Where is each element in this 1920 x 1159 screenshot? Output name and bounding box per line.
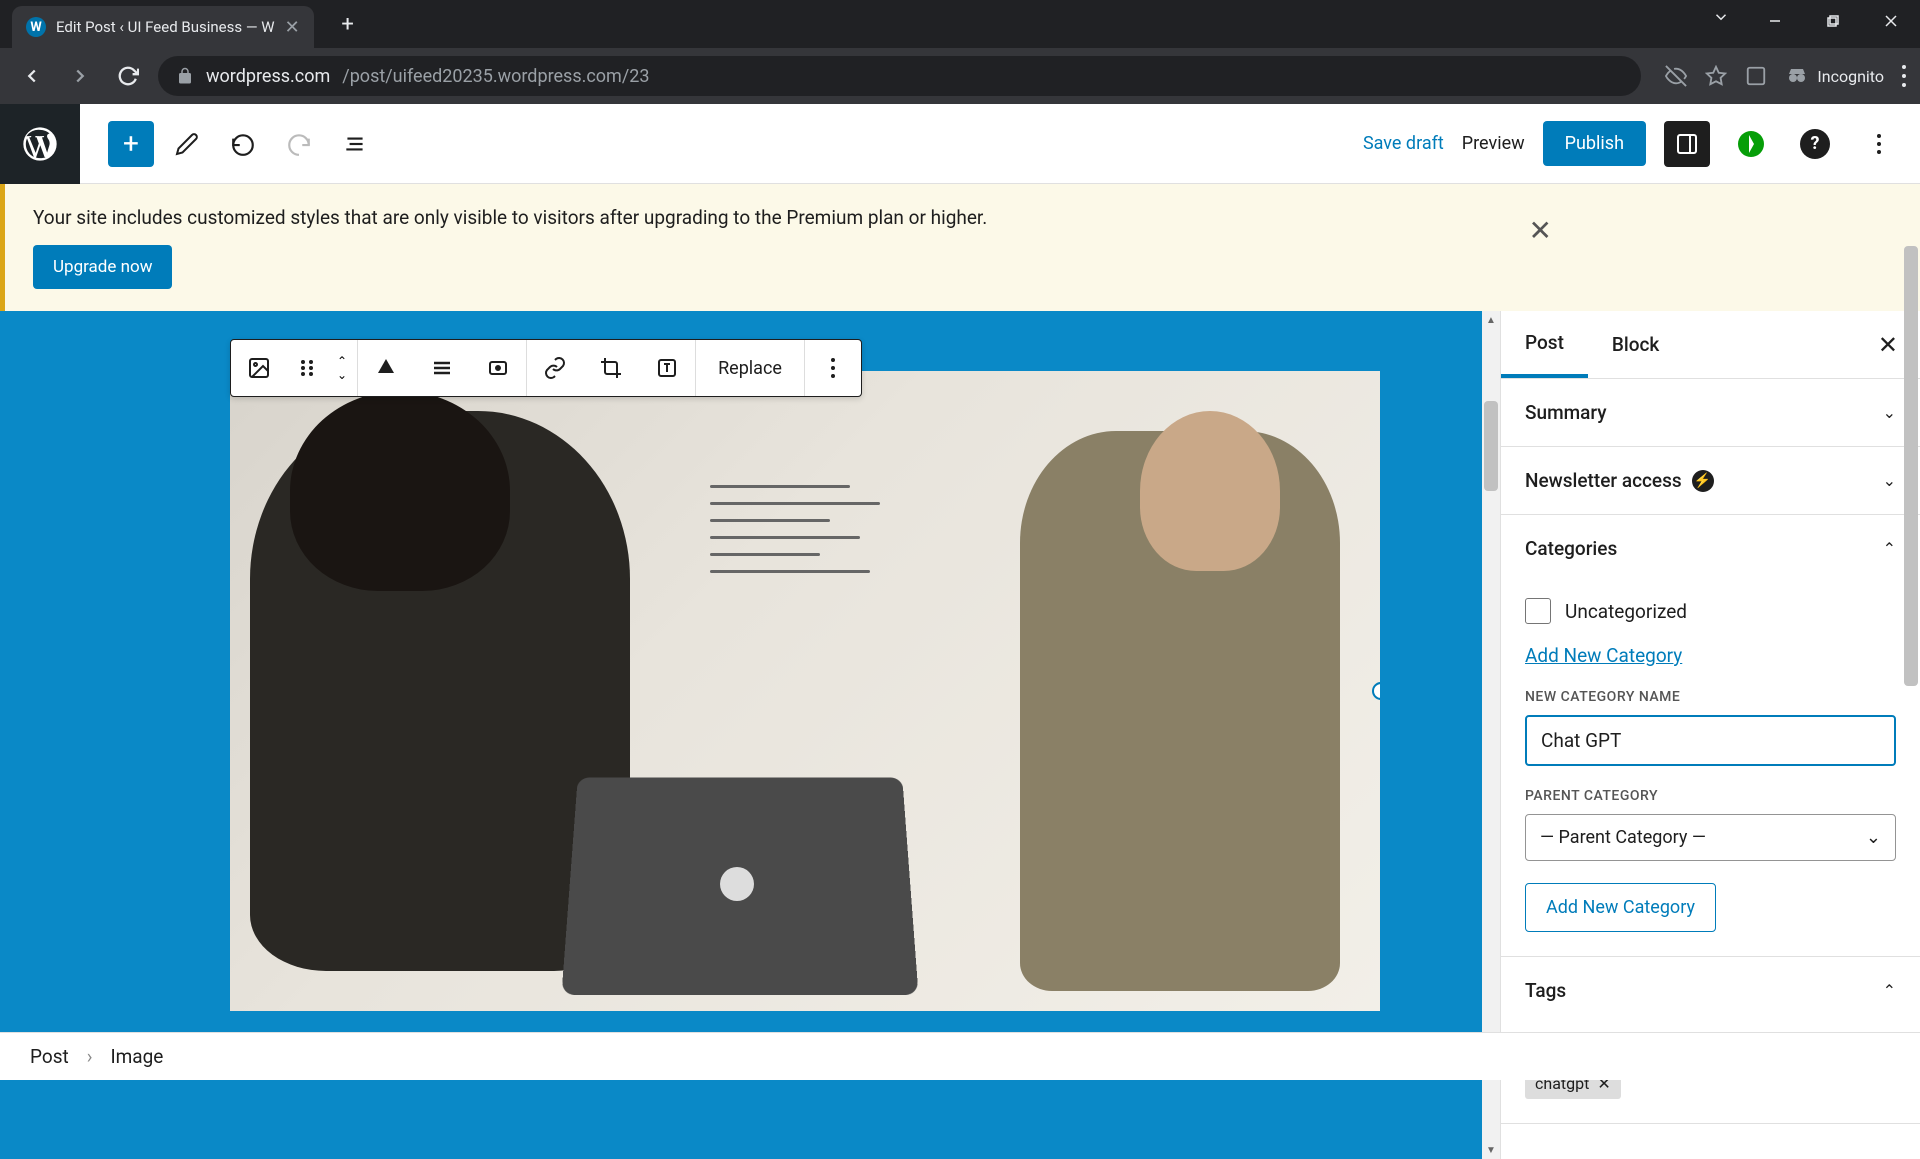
address-bar[interactable]: wordpress.com/post/uifeed20235.wordpress…	[158, 56, 1641, 96]
chevron-up-icon: ⌃	[1883, 981, 1896, 1000]
crop-button[interactable]	[583, 340, 639, 396]
block-options-button[interactable]	[805, 340, 861, 396]
add-new-category-link[interactable]: Add New Category	[1525, 644, 1896, 667]
url-domain: wordpress.com	[206, 66, 330, 87]
panel-summary-title: Summary	[1525, 401, 1607, 424]
close-notice-button[interactable]: ✕	[1529, 214, 1552, 247]
incognito-label: Incognito	[1817, 67, 1884, 86]
add-block-button[interactable]: +	[108, 121, 154, 167]
parent-category-label: PARENT CATEGORY	[1525, 788, 1896, 804]
help-button[interactable]: ?	[1792, 121, 1838, 167]
block-type-image-icon[interactable]	[231, 340, 287, 396]
parent-category-select[interactable]: — Parent Category — ⌄	[1525, 814, 1896, 861]
scroll-thumb[interactable]	[1484, 401, 1498, 491]
image-block[interactable]	[230, 371, 1380, 1011]
move-up-button[interactable]: ⌃	[337, 355, 347, 367]
browser-forward-button[interactable]	[62, 58, 98, 94]
resize-handle[interactable]	[1372, 682, 1380, 700]
notice-text: Your site includes customized styles tha…	[33, 206, 987, 229]
upgrade-notice: Your site includes customized styles tha…	[0, 184, 1920, 311]
redo-button[interactable]	[276, 121, 322, 167]
browser-reload-button[interactable]	[110, 58, 146, 94]
breadcrumb-current[interactable]: Image	[110, 1045, 163, 1068]
extensions-icon[interactable]	[1745, 65, 1767, 87]
replace-button[interactable]: Replace	[696, 340, 804, 396]
chevron-down-icon: ⌄	[1866, 827, 1881, 848]
settings-sidebar-toggle[interactable]	[1664, 121, 1710, 167]
undo-button[interactable]	[220, 121, 266, 167]
panel-newsletter-toggle[interactable]: Newsletter access ⚡ ⌄	[1501, 447, 1920, 514]
breadcrumb-root[interactable]: Post	[30, 1045, 69, 1068]
edit-mode-button[interactable]	[164, 121, 210, 167]
chevron-down-icon: ⌄	[1883, 403, 1896, 422]
caption-button[interactable]	[414, 340, 470, 396]
chevron-down-icon: ⌄	[1883, 471, 1896, 490]
bookmark-star-icon[interactable]	[1705, 65, 1727, 87]
document-overview-button[interactable]	[332, 121, 378, 167]
move-down-button[interactable]: ⌄	[337, 369, 347, 381]
tab-title: Edit Post ‹ UI Feed Business — W	[56, 18, 275, 36]
wordpress-logo[interactable]	[0, 104, 80, 184]
image-content	[720, 867, 754, 901]
new-category-name-input[interactable]	[1525, 715, 1896, 766]
wordpress-favicon: W	[26, 17, 46, 37]
eye-off-icon[interactable]	[1665, 65, 1687, 87]
panel-categories-toggle[interactable]: Categories ⌃	[1501, 515, 1920, 582]
sidebar-scrollbar[interactable]	[1902, 186, 1920, 1032]
scroll-down-icon[interactable]: ▼	[1484, 1143, 1498, 1157]
browser-back-button[interactable]	[14, 58, 50, 94]
breadcrumb: Post › Image	[0, 1032, 1920, 1080]
panel-categories-title: Categories	[1525, 537, 1617, 560]
new-category-name-label: NEW CATEGORY NAME	[1525, 689, 1896, 705]
image-content	[710, 471, 910, 731]
new-tab-button[interactable]: +	[330, 6, 366, 42]
tab-post[interactable]: Post	[1501, 311, 1588, 378]
incognito-badge[interactable]: Incognito	[1785, 64, 1884, 88]
lock-icon	[176, 67, 194, 85]
tab-block[interactable]: Block	[1588, 313, 1683, 376]
scroll-up-icon[interactable]: ▲	[1484, 313, 1498, 327]
url-path: /post/uifeed20235.wordpress.com/23	[342, 66, 649, 87]
image-content	[290, 391, 510, 591]
jetpack-badge-icon: ⚡	[1692, 470, 1714, 492]
window-minimize-button[interactable]	[1746, 0, 1804, 42]
publish-button[interactable]: Publish	[1543, 121, 1646, 166]
align-button[interactable]	[358, 340, 414, 396]
tab-search-icon[interactable]	[1712, 8, 1730, 26]
close-tab-icon[interactable]: ✕	[285, 17, 300, 38]
duotone-button[interactable]	[470, 340, 526, 396]
chevron-right-icon: ›	[87, 1045, 93, 1068]
parent-category-value: — Parent Category —	[1540, 827, 1706, 848]
chevron-up-icon: ⌃	[1883, 539, 1896, 558]
link-button[interactable]	[527, 340, 583, 396]
window-close-button[interactable]	[1862, 0, 1920, 42]
image-content	[1140, 411, 1280, 571]
panel-tags-title: Tags	[1525, 979, 1566, 1002]
block-movers: ⌃ ⌄	[327, 340, 357, 396]
preview-button[interactable]: Preview	[1462, 133, 1525, 154]
add-new-category-button[interactable]: Add New Category	[1525, 883, 1716, 932]
panel-summary-toggle[interactable]: Summary ⌄	[1501, 379, 1920, 446]
jetpack-icon[interactable]	[1728, 121, 1774, 167]
drag-handle-icon[interactable]	[287, 340, 327, 396]
options-menu-button[interactable]	[1856, 121, 1902, 167]
panel-newsletter-title: Newsletter access	[1525, 469, 1682, 492]
browser-tab[interactable]: W Edit Post ‹ UI Feed Business — W ✕	[12, 6, 314, 48]
uncategorized-label: Uncategorized	[1565, 600, 1687, 623]
window-maximize-button[interactable]	[1804, 0, 1862, 42]
upgrade-now-button[interactable]: Upgrade now	[33, 245, 172, 289]
uncategorized-checkbox[interactable]	[1525, 598, 1551, 624]
text-overlay-button[interactable]	[639, 340, 695, 396]
scroll-thumb[interactable]	[1904, 246, 1918, 686]
save-draft-button[interactable]: Save draft	[1363, 133, 1444, 154]
block-toolbar: ⌃ ⌄ Replace	[230, 339, 862, 397]
chrome-menu-icon[interactable]	[1902, 65, 1906, 87]
panel-tags-toggle[interactable]: Tags ⌃	[1501, 957, 1920, 1024]
